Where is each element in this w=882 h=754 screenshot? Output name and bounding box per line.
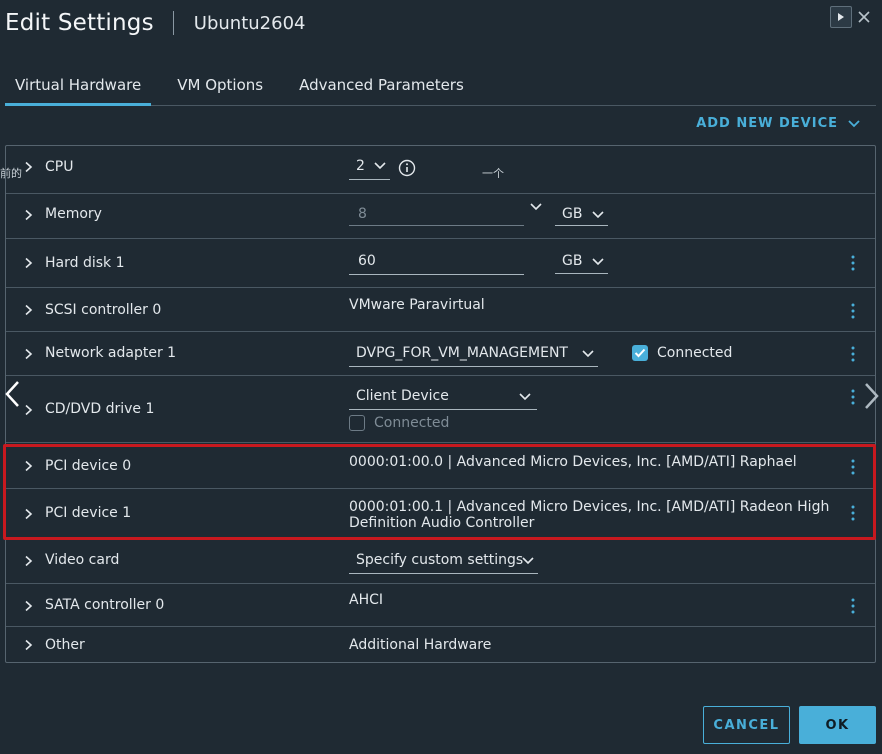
hardware-row-memory: Memory 8 GB	[6, 194, 875, 239]
chevron-down-icon	[374, 162, 386, 170]
add-new-device-label: ADD NEW DEVICE	[696, 116, 838, 131]
row-label-pci-device-1: PCI device 1	[45, 505, 132, 521]
row-label-sata-controller: SATA controller 0	[45, 597, 165, 613]
hardware-row-scsi-controller: SCSI controller 0 VMware Paravirtual	[6, 288, 875, 332]
previous-arrow-icon[interactable]	[3, 380, 21, 408]
memory-value: 8	[358, 206, 367, 222]
dialog-header: Edit Settings Ubuntu2604	[5, 6, 306, 40]
cancel-button[interactable]: CANCEL	[703, 706, 790, 744]
more-actions-icon[interactable]	[848, 254, 858, 272]
cd-dvd-value: Client Device	[356, 388, 449, 404]
more-actions-icon[interactable]	[848, 504, 858, 522]
vm-name: Ubuntu2604	[193, 12, 306, 34]
add-new-device-button[interactable]: ADD NEW DEVICE	[696, 116, 860, 131]
network-connected-label: Connected	[657, 345, 733, 361]
chevron-right-icon[interactable]	[22, 639, 34, 651]
row-label-scsi-controller: SCSI controller 0	[45, 302, 162, 318]
more-actions-icon[interactable]	[848, 345, 858, 363]
row-label-cd-dvd-drive: CD/DVD drive 1	[45, 401, 155, 417]
chevron-right-icon[interactable]	[22, 508, 34, 520]
tab-bar: Virtual Hardware VM Options Advanced Par…	[5, 66, 876, 106]
memory-unit-select[interactable]: GB	[555, 204, 608, 226]
network-value: DVPG_FOR_VM_MANAGEMENT	[356, 345, 568, 361]
network-connected-checkbox[interactable]	[632, 345, 648, 361]
chevron-right-icon[interactable]	[22, 348, 34, 360]
next-arrow-icon[interactable]	[863, 382, 881, 410]
play-icon[interactable]	[830, 6, 852, 28]
tab-vm-options[interactable]: VM Options	[177, 66, 263, 105]
cd-dvd-select[interactable]: Client Device	[349, 387, 537, 410]
cd-dvd-connected-label: Connected	[374, 415, 450, 431]
row-label-memory: Memory	[45, 206, 102, 222]
close-icon[interactable]	[853, 6, 875, 28]
chevron-right-icon[interactable]	[22, 404, 34, 416]
hardware-row-pci-device-1: PCI device 1 0000:01:00.1 | Advanced Mic…	[6, 489, 875, 538]
chevron-down-icon	[519, 393, 531, 401]
hard-disk-unit-select[interactable]: GB	[555, 252, 608, 274]
memory-input[interactable]: 8	[349, 204, 524, 226]
hardware-row-cd-dvd-drive: CD/DVD drive 1 Client Device Connected	[6, 376, 875, 443]
chevron-right-icon[interactable]	[22, 257, 34, 269]
more-actions-icon[interactable]	[848, 302, 858, 320]
video-card-value: Specify custom settings	[356, 552, 524, 568]
chevron-right-icon[interactable]	[22, 209, 34, 221]
other-value: Additional Hardware	[349, 637, 492, 653]
hardware-row-other: Other Additional Hardware	[6, 627, 875, 663]
hardware-row-video-card: Video card Specify custom settings	[6, 538, 875, 584]
chevron-down-icon	[582, 350, 594, 358]
video-card-select[interactable]: Specify custom settings	[349, 551, 538, 574]
hard-disk-unit-value: GB	[562, 253, 583, 269]
pci-device-1-value-line1: 0000:01:00.1 | Advanced Micro Devices, I…	[349, 499, 830, 515]
chevron-right-icon[interactable]	[22, 304, 34, 316]
tab-advanced-parameters[interactable]: Advanced Parameters	[299, 66, 464, 105]
row-label-cpu: CPU	[45, 159, 74, 175]
chevron-right-icon[interactable]	[22, 600, 34, 612]
row-label-video-card: Video card	[45, 552, 120, 568]
chevron-right-icon[interactable]	[22, 161, 34, 173]
chevron-down-icon	[592, 258, 604, 266]
chevron-right-icon[interactable]	[22, 555, 34, 567]
more-actions-icon[interactable]	[848, 388, 858, 406]
memory-unit-value: GB	[562, 206, 583, 222]
row-label-network-adapter: Network adapter 1	[45, 345, 177, 361]
title-separator	[172, 11, 174, 35]
hard-disk-size-input[interactable]: 60	[349, 252, 524, 275]
pci-device-1-value-line2: Definition Audio Controller	[349, 515, 535, 531]
dialog-title: Edit Settings	[5, 10, 154, 36]
hardware-row-hard-disk: Hard disk 1 60 GB	[6, 239, 875, 288]
tab-virtual-hardware[interactable]: Virtual Hardware	[5, 66, 152, 106]
hard-disk-size-value: 60	[358, 253, 376, 269]
cpu-count-value: 2	[356, 158, 365, 174]
chevron-down-icon	[522, 557, 534, 565]
scsi-controller-value: VMware Paravirtual	[349, 297, 485, 313]
ok-button[interactable]: OK	[799, 706, 876, 744]
hardware-row-sata-controller: SATA controller 0 AHCI	[6, 584, 875, 627]
hardware-row-network-adapter: Network adapter 1 DVPG_FOR_VM_MANAGEMENT…	[6, 332, 875, 376]
chevron-down-icon	[848, 119, 860, 127]
row-label-hard-disk: Hard disk 1	[45, 255, 125, 271]
info-icon[interactable]	[398, 159, 416, 177]
pci-device-0-value: 0000:01:00.0 | Advanced Micro Devices, I…	[349, 454, 797, 470]
virtual-hardware-table: CPU 2 Memory 8 GB Hard disk 1 60 GB SCSI…	[5, 145, 876, 663]
row-label-other: Other	[45, 637, 85, 653]
check-icon	[634, 348, 646, 358]
sata-controller-value: AHCI	[349, 592, 384, 608]
more-actions-icon[interactable]	[848, 597, 858, 615]
network-select[interactable]: DVPG_FOR_VM_MANAGEMENT	[349, 344, 598, 367]
chevron-down-icon[interactable]	[530, 203, 542, 211]
hardware-row-cpu: CPU 2	[6, 146, 875, 194]
more-actions-icon[interactable]	[848, 458, 858, 476]
row-label-pci-device-0: PCI device 0	[45, 458, 132, 474]
chevron-right-icon[interactable]	[22, 460, 34, 472]
cpu-count-select[interactable]: 2	[349, 158, 390, 180]
hardware-row-pci-device-0: PCI device 0 0000:01:00.0 | Advanced Mic…	[6, 443, 875, 489]
chevron-down-icon	[592, 211, 604, 219]
cd-dvd-connected-checkbox[interactable]	[349, 415, 365, 431]
